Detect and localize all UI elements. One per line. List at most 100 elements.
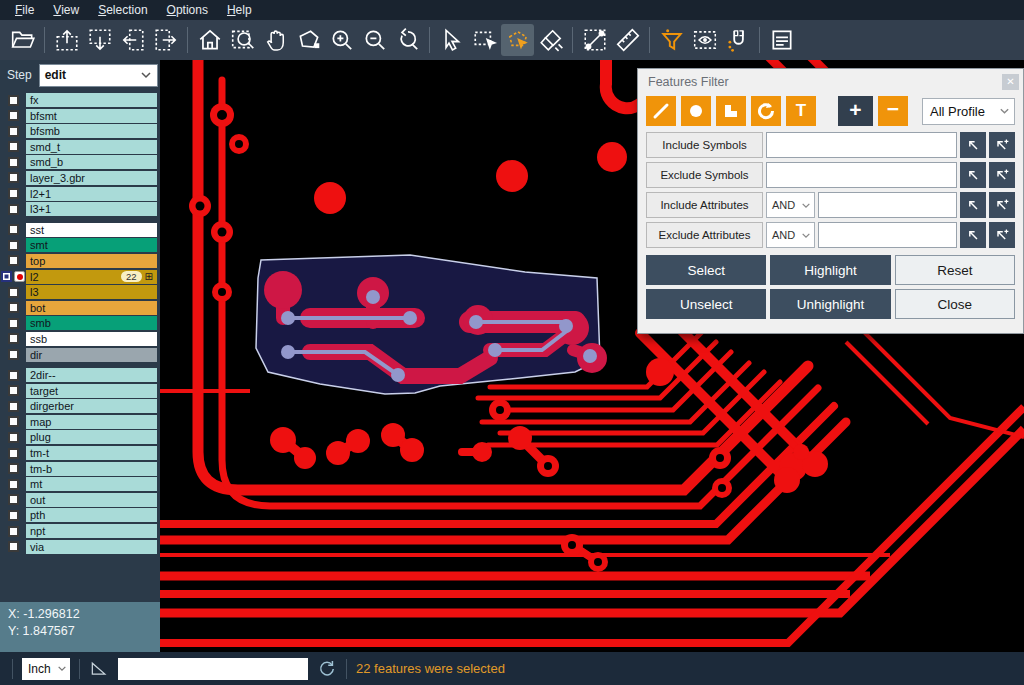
layer-row-npt[interactable]: npt — [0, 524, 160, 538]
layer-name[interactable]: bot — [26, 301, 157, 315]
select-polygon-icon[interactable] — [501, 24, 534, 56]
features-filter-icon[interactable] — [655, 24, 688, 56]
unhighlight-button[interactable]: Unhighlight — [770, 289, 890, 319]
filter-label-button[interactable]: Include Symbols — [646, 132, 763, 158]
layer-name[interactable]: npt — [26, 524, 157, 538]
zoom-polygon-icon[interactable] — [292, 24, 325, 56]
filter-value-input[interactable] — [766, 132, 957, 158]
layer-checkbox[interactable] — [1, 271, 12, 282]
layer-row-mt[interactable]: mt — [0, 477, 160, 491]
paste-up-icon[interactable] — [50, 24, 83, 56]
pcb-canvas[interactable]: Features Filter ✕ T + − All Profile — [160, 60, 1024, 652]
layer-name[interactable]: sst — [26, 223, 157, 237]
view-options-icon[interactable] — [688, 24, 721, 56]
layer-name[interactable]: l3+1 — [26, 202, 157, 216]
layer-row-2dir--[interactable]: 2dir-- — [0, 368, 160, 382]
zoom-in-icon[interactable] — [325, 24, 358, 56]
layer-row-top[interactable]: top — [0, 254, 160, 268]
menu-file[interactable]: File — [6, 1, 44, 19]
measure-icon[interactable] — [578, 24, 611, 56]
layer-checkbox[interactable] — [8, 479, 19, 490]
text-tool-button[interactable]: T — [786, 96, 816, 126]
profile-dropdown[interactable]: All Profile — [922, 98, 1015, 125]
arc-tool-button[interactable] — [751, 96, 781, 126]
close-button[interactable]: Close — [895, 289, 1015, 319]
layer-checkbox[interactable] — [8, 463, 19, 474]
and-or-dropdown[interactable]: AND — [766, 192, 815, 218]
layer-name[interactable]: pth — [26, 508, 157, 522]
layer-row-layer_3.gbr[interactable]: layer_3.gbr — [0, 171, 160, 185]
layer-checkbox[interactable] — [8, 349, 19, 360]
select-button[interactable]: Select — [646, 255, 766, 285]
layer-row-fx[interactable]: fx — [0, 93, 160, 107]
highlight-button[interactable]: Highlight — [770, 255, 890, 285]
pick-button[interactable] — [960, 192, 986, 218]
layer-checkbox[interactable] — [8, 240, 19, 251]
layer-checkbox[interactable] — [8, 526, 19, 537]
layer-row-smd_t[interactable]: smd_t — [0, 140, 160, 154]
pick-add-button[interactable] — [989, 192, 1015, 218]
pick-add-button[interactable] — [989, 132, 1015, 158]
layer-row-tm-t[interactable]: tm-t — [0, 446, 160, 460]
angle-measure-icon[interactable] — [89, 659, 109, 679]
layer-checkbox[interactable] — [8, 416, 19, 427]
layer-name[interactable]: dirgerber — [26, 399, 157, 413]
layer-name[interactable]: via — [26, 540, 157, 554]
refresh-icon[interactable] — [317, 659, 337, 679]
layer-row-target[interactable]: target — [0, 384, 160, 398]
menu-selection[interactable]: Selection — [89, 1, 157, 19]
filter-label-button[interactable]: Exclude Symbols — [646, 162, 763, 188]
units-dropdown[interactable]: Inch — [22, 658, 70, 680]
layer-checkbox[interactable] — [8, 110, 19, 121]
layer-checkbox[interactable] — [8, 494, 19, 505]
layer-checkbox[interactable] — [8, 432, 19, 443]
layer-name[interactable]: top — [26, 254, 157, 268]
layer-name[interactable]: smd_t — [26, 140, 157, 154]
layer-row-dirgerber[interactable]: dirgerber — [0, 399, 160, 413]
layer-checkbox[interactable] — [8, 188, 19, 199]
layer-checkbox[interactable] — [8, 255, 19, 266]
filter-value-input[interactable] — [818, 192, 957, 218]
layer-name[interactable]: smt — [26, 238, 157, 252]
layer-checkbox[interactable] — [8, 302, 19, 313]
filter-value-input[interactable] — [818, 222, 957, 248]
layer-checkbox[interactable] — [8, 287, 19, 298]
layer-checkbox[interactable] — [8, 95, 19, 106]
zoom-area-icon[interactable] — [226, 24, 259, 56]
layer-checkbox[interactable] — [8, 157, 19, 168]
paste-right-icon[interactable] — [149, 24, 182, 56]
layer-row-map[interactable]: map — [0, 415, 160, 429]
layer-name[interactable]: 2dir-- — [26, 368, 157, 382]
layer-checkbox[interactable] — [8, 333, 19, 344]
layer-row-plug[interactable]: plug — [0, 430, 160, 444]
zoom-out-icon[interactable] — [358, 24, 391, 56]
layer-row-l3+1[interactable]: l3+1 — [0, 202, 160, 216]
paste-left-icon[interactable] — [116, 24, 149, 56]
layer-name[interactable]: plug — [26, 430, 157, 444]
layer-row-out[interactable]: out — [0, 493, 160, 507]
zoom-previous-icon[interactable] — [391, 24, 424, 56]
pick-button[interactable] — [960, 162, 986, 188]
pad-tool-button[interactable] — [681, 96, 711, 126]
layer-checkbox[interactable] — [8, 401, 19, 412]
open-file-icon[interactable] — [6, 24, 39, 56]
step-dropdown[interactable]: edit — [39, 64, 158, 87]
layer-row-smt[interactable]: smt — [0, 238, 160, 252]
reset-button[interactable]: Reset — [895, 255, 1015, 285]
layer-row-bfsmt[interactable]: bfsmt — [0, 109, 160, 123]
layer-row-pth[interactable]: pth — [0, 508, 160, 522]
layer-name[interactable]: l222⊞ — [26, 270, 157, 284]
layer-name[interactable]: fx — [26, 93, 157, 107]
layer-checkbox[interactable] — [8, 126, 19, 137]
layer-name[interactable]: tm-b — [26, 462, 157, 476]
surface-tool-button[interactable] — [716, 96, 746, 126]
layer-name[interactable]: tm-t — [26, 446, 157, 460]
layer-checkbox[interactable] — [8, 224, 19, 235]
and-or-dropdown[interactable]: AND — [766, 222, 815, 248]
layer-name[interactable]: out — [26, 493, 157, 507]
layer-name[interactable]: smd_b — [26, 155, 157, 169]
pick-button[interactable] — [960, 222, 986, 248]
command-input[interactable] — [118, 658, 308, 680]
layer-name[interactable]: l2+1 — [26, 187, 157, 201]
layer-checkbox[interactable] — [8, 510, 19, 521]
